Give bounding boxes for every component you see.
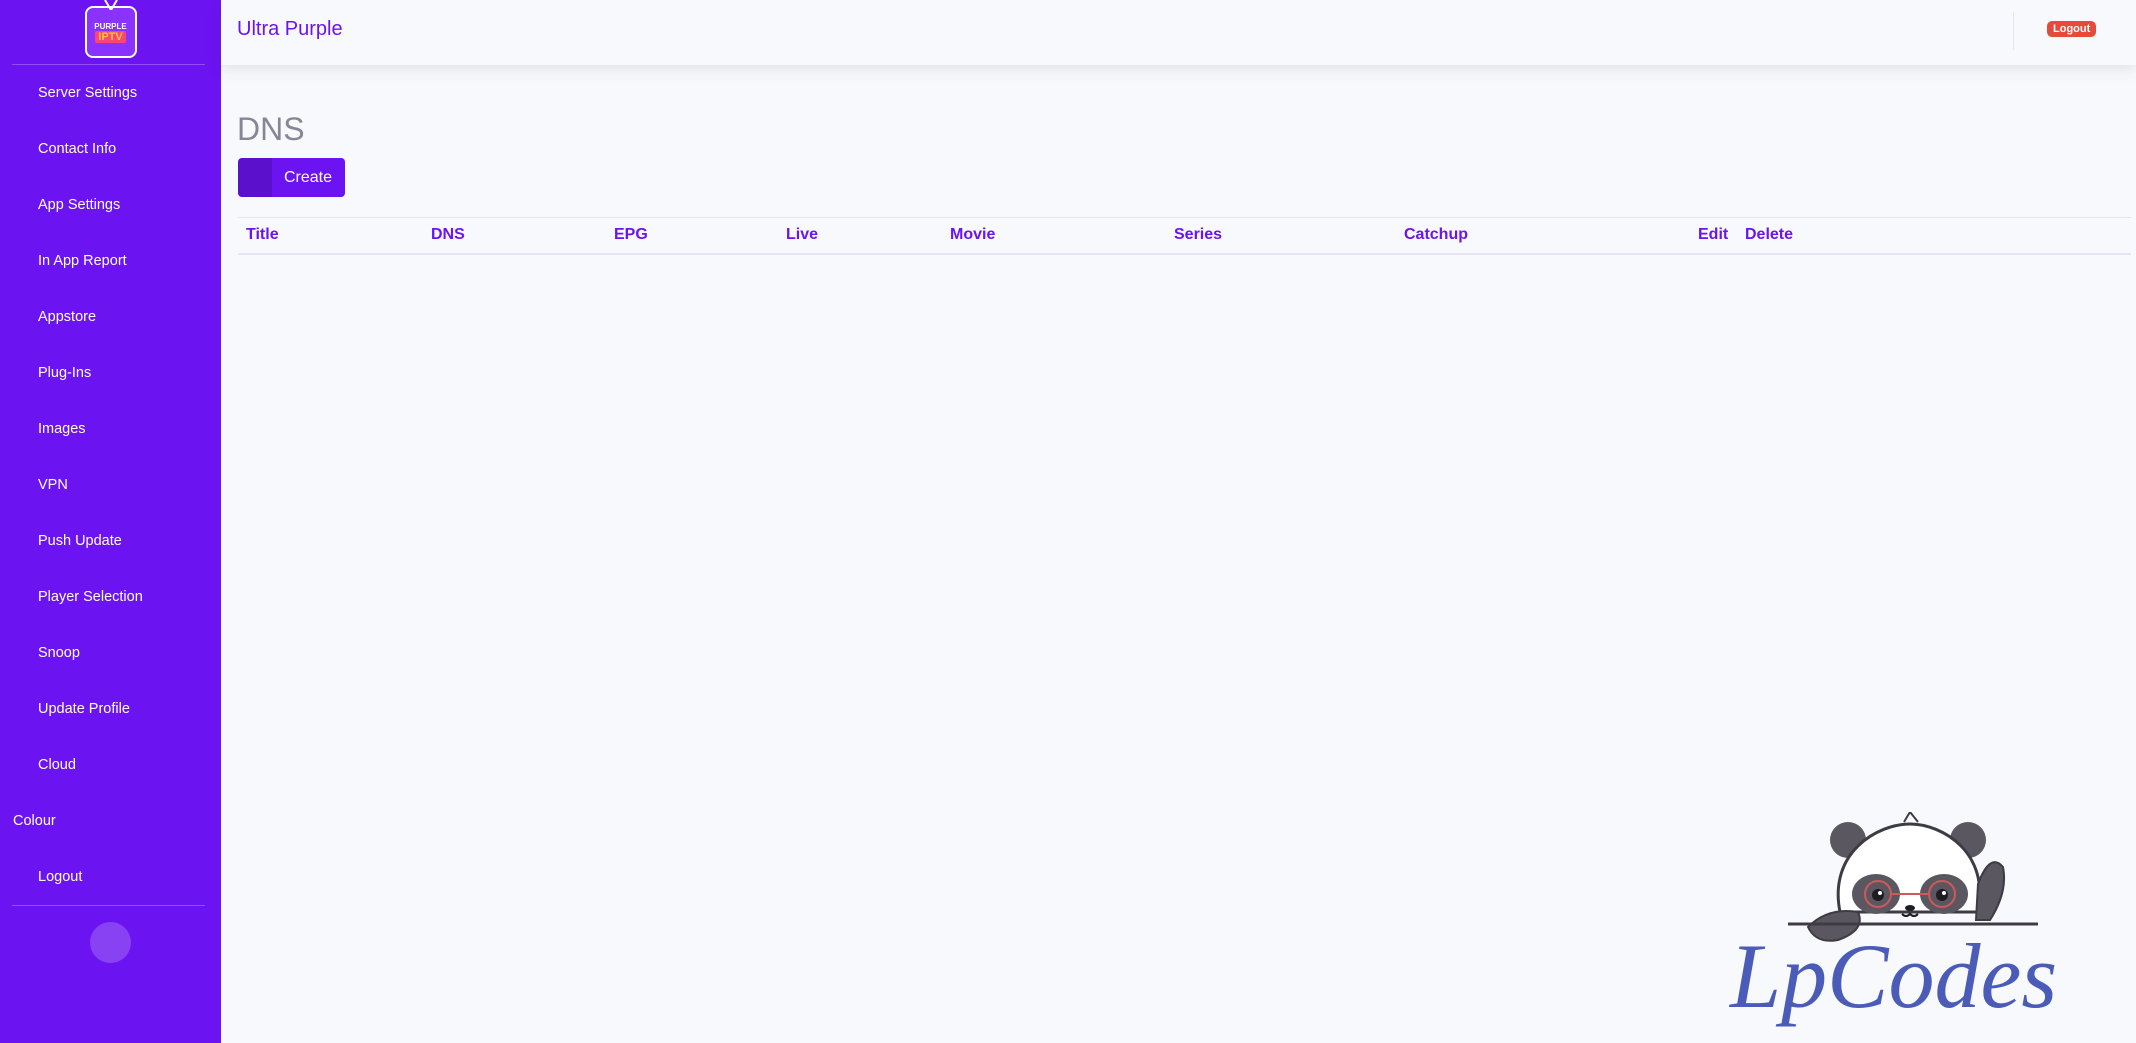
sidebar-nav: Server Settings Contact Info App Setting… [0,65,221,793]
sidebar-item-label: Update Profile [38,701,130,717]
panda-icon [1788,812,2038,942]
topbar-divider [2013,12,2014,50]
column-header-movie[interactable]: Movie [942,217,1166,255]
sidebar-item-logout[interactable]: Logout [0,849,221,905]
column-header-epg[interactable]: EPG [606,217,778,255]
sidebar-item-images[interactable]: Images [0,401,221,457]
column-header-dns[interactable]: DNS [423,217,606,255]
sidebar-item-label: App Settings [38,197,121,213]
column-header-delete[interactable]: Delete [1737,217,2131,255]
topbar: Ultra Purple Logout [221,0,2136,65]
sidebar-item-label: Appstore [38,309,97,325]
logo-text-line2: IPTV [95,30,126,43]
sidebar-item-label: Images [38,421,86,437]
sidebar-item-appstore[interactable]: Appstore [0,289,221,345]
column-header-series[interactable]: Series [1166,217,1396,255]
logout-badge[interactable]: Logout [2047,21,2097,37]
sidebar-item-label: In App Report [38,253,127,269]
sidebar-item-player-selection[interactable]: Player Selection [0,569,221,625]
create-button[interactable]: Create [238,158,345,197]
table-header-row: Title DNS EPG Live Movie Series Catchup … [238,217,2131,255]
brand[interactable]: PURPLE IPTV [0,0,221,64]
watermark-text: LpCodes [1728,925,2057,1027]
app-title: Ultra Purple [237,18,343,40]
sidebar-item-contact-info[interactable]: Contact Info [0,121,221,177]
sidebar-item-update-profile[interactable]: Update Profile [0,681,221,737]
sidebar-item-label: Server Settings [38,85,138,101]
column-header-title[interactable]: Title [238,217,423,255]
sidebar-item-in-app-report[interactable]: In App Report [0,233,221,289]
sidebar-item-cloud[interactable]: Cloud [0,737,221,793]
sidebar: PURPLE IPTV Server Settings Contact Info… [0,0,221,1043]
plus-icon [238,158,272,197]
sidebar-item-plug-ins[interactable]: Plug-Ins [0,345,221,401]
lpcodes-watermark: LpCodes [1728,812,2057,1027]
sidebar-item-server-settings[interactable]: Server Settings [0,65,221,121]
sidebar-item-label: Player Selection [38,589,143,605]
logo-text-line1: PURPLE [94,21,127,31]
sidebar-heading-colour: Colour [13,813,56,829]
sidebar-item-label: Push Update [38,533,122,549]
sidebar-item-label: Logout [38,869,83,885]
sidebar-item-label: VPN [38,477,68,493]
column-header-edit[interactable]: Edit [1690,217,1737,255]
sidebar-item-label: Contact Info [38,141,117,157]
page-title: DNS [237,111,305,147]
create-button-label: Create [284,168,333,186]
sidebar-item-label: Snoop [38,645,80,661]
column-header-catchup[interactable]: Catchup [1396,217,1690,255]
purple-iptv-logo[interactable]: PURPLE IPTV [84,0,137,58]
sidebar-item-label: Plug-Ins [38,365,92,381]
sidebar-item-snoop[interactable]: Snoop [0,625,221,681]
sidebar-toggle-button[interactable] [90,922,131,963]
dns-table: Title DNS EPG Live Movie Series Catchup … [238,217,2131,255]
sidebar-item-label: Cloud [38,757,76,773]
column-header-live[interactable]: Live [778,217,942,255]
sidebar-toggle-wrap [0,906,221,963]
antenna-icon [103,0,118,10]
sidebar-item-push-update[interactable]: Push Update [0,513,221,569]
sidebar-item-vpn[interactable]: VPN [0,457,221,513]
sidebar-item-app-settings[interactable]: App Settings [0,177,221,233]
